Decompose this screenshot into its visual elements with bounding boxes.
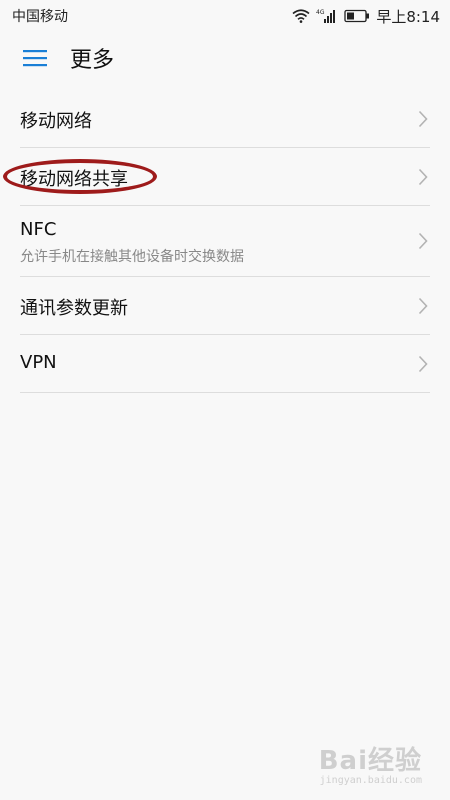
settings-item-title: 移动网络共享: [20, 169, 128, 190]
chevron-right-icon: [418, 110, 428, 128]
settings-item-title: VPN: [20, 352, 57, 373]
settings-item-tethering[interactable]: 移动网络共享: [20, 148, 430, 206]
chevron-right-icon: [418, 355, 428, 373]
chevron-right-icon: [418, 168, 428, 186]
settings-item-nfc[interactable]: NFC 允许手机在接触其他设备时交换数据: [20, 206, 430, 277]
battery-icon: [344, 9, 370, 23]
settings-item-title: 移动网络: [20, 111, 92, 132]
watermark-logo: Bai经验: [318, 746, 422, 776]
page-title: 更多: [70, 48, 115, 73]
status-bar: 中国移动 4G 早上8:14: [0, 0, 450, 32]
settings-item-carrier-update[interactable]: 通讯参数更新: [20, 277, 430, 335]
settings-item-subtitle: 允许手机在接触其他设备时交换数据: [20, 249, 244, 265]
settings-item-title: 通讯参数更新: [20, 298, 128, 319]
chevron-right-icon: [418, 232, 428, 250]
chevron-right-icon: [418, 297, 428, 315]
status-icons: 4G 早上8:14: [292, 6, 440, 27]
status-clock: 早上8:14: [376, 7, 440, 26]
settings-item-title: NFC: [20, 219, 57, 240]
watermark: Bai经验 jingyan.baidu.com: [319, 740, 422, 786]
carrier-label: 中国移动: [12, 9, 68, 25]
svg-text:4G: 4G: [316, 9, 325, 16]
wifi-icon: [292, 9, 310, 23]
settings-list: 移动网络 移动网络共享 NFC 允许手机在接触其他设备时交换数据 通讯参数更新 …: [20, 90, 430, 393]
settings-item-mobile-network[interactable]: 移动网络: [20, 90, 430, 148]
cellular-signal-icon: 4G: [316, 8, 338, 24]
menu-button[interactable]: [22, 47, 48, 73]
hamburger-icon: [23, 49, 47, 71]
settings-item-vpn[interactable]: VPN: [20, 335, 430, 393]
app-bar: 更多: [0, 32, 450, 90]
watermark-url: jingyan.baidu.com: [319, 775, 422, 786]
